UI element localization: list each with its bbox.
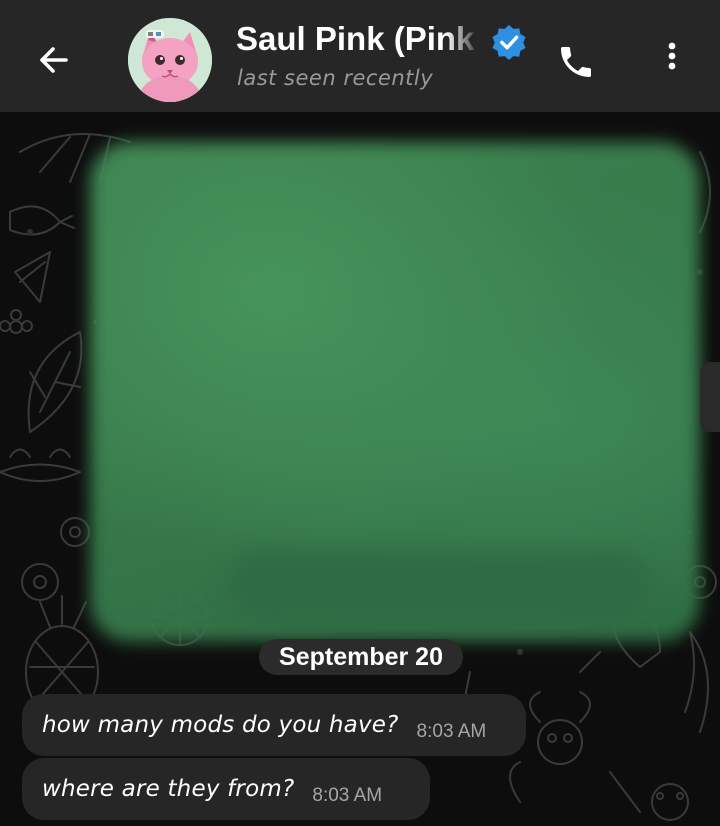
message-bubble[interactable]: where are they from? 8:03 AM (22, 758, 430, 820)
cat-avatar-image (128, 18, 212, 102)
avatar[interactable] (128, 18, 212, 102)
message-bubble[interactable]: how many mods do you have? 8:03 AM (22, 694, 526, 756)
last-seen-status: last seen recently (237, 66, 434, 90)
message-text: how many mods do you have? (42, 712, 399, 738)
back-button[interactable] (30, 36, 78, 84)
chat-header: Saul Pink (Pink last seen recently (0, 0, 720, 112)
redacted-overlay (230, 552, 650, 622)
more-vertical-icon (668, 42, 676, 70)
date-separator: September 20 (259, 639, 463, 675)
contact-name[interactable]: Saul Pink (Pink (236, 18, 482, 60)
arrow-left-icon (40, 47, 68, 73)
verified-badge-icon (492, 24, 526, 61)
call-button[interactable] (550, 36, 602, 88)
message-time: 8:03 AM (416, 721, 487, 742)
phone-icon (561, 47, 591, 77)
message-time: 8:03 AM (312, 785, 383, 806)
chat-area[interactable]: September 20 how many mods do you have? … (0, 112, 720, 826)
more-options-button[interactable] (652, 30, 692, 82)
scroll-handle[interactable] (700, 362, 720, 432)
message-text: where are they from? (42, 776, 295, 802)
